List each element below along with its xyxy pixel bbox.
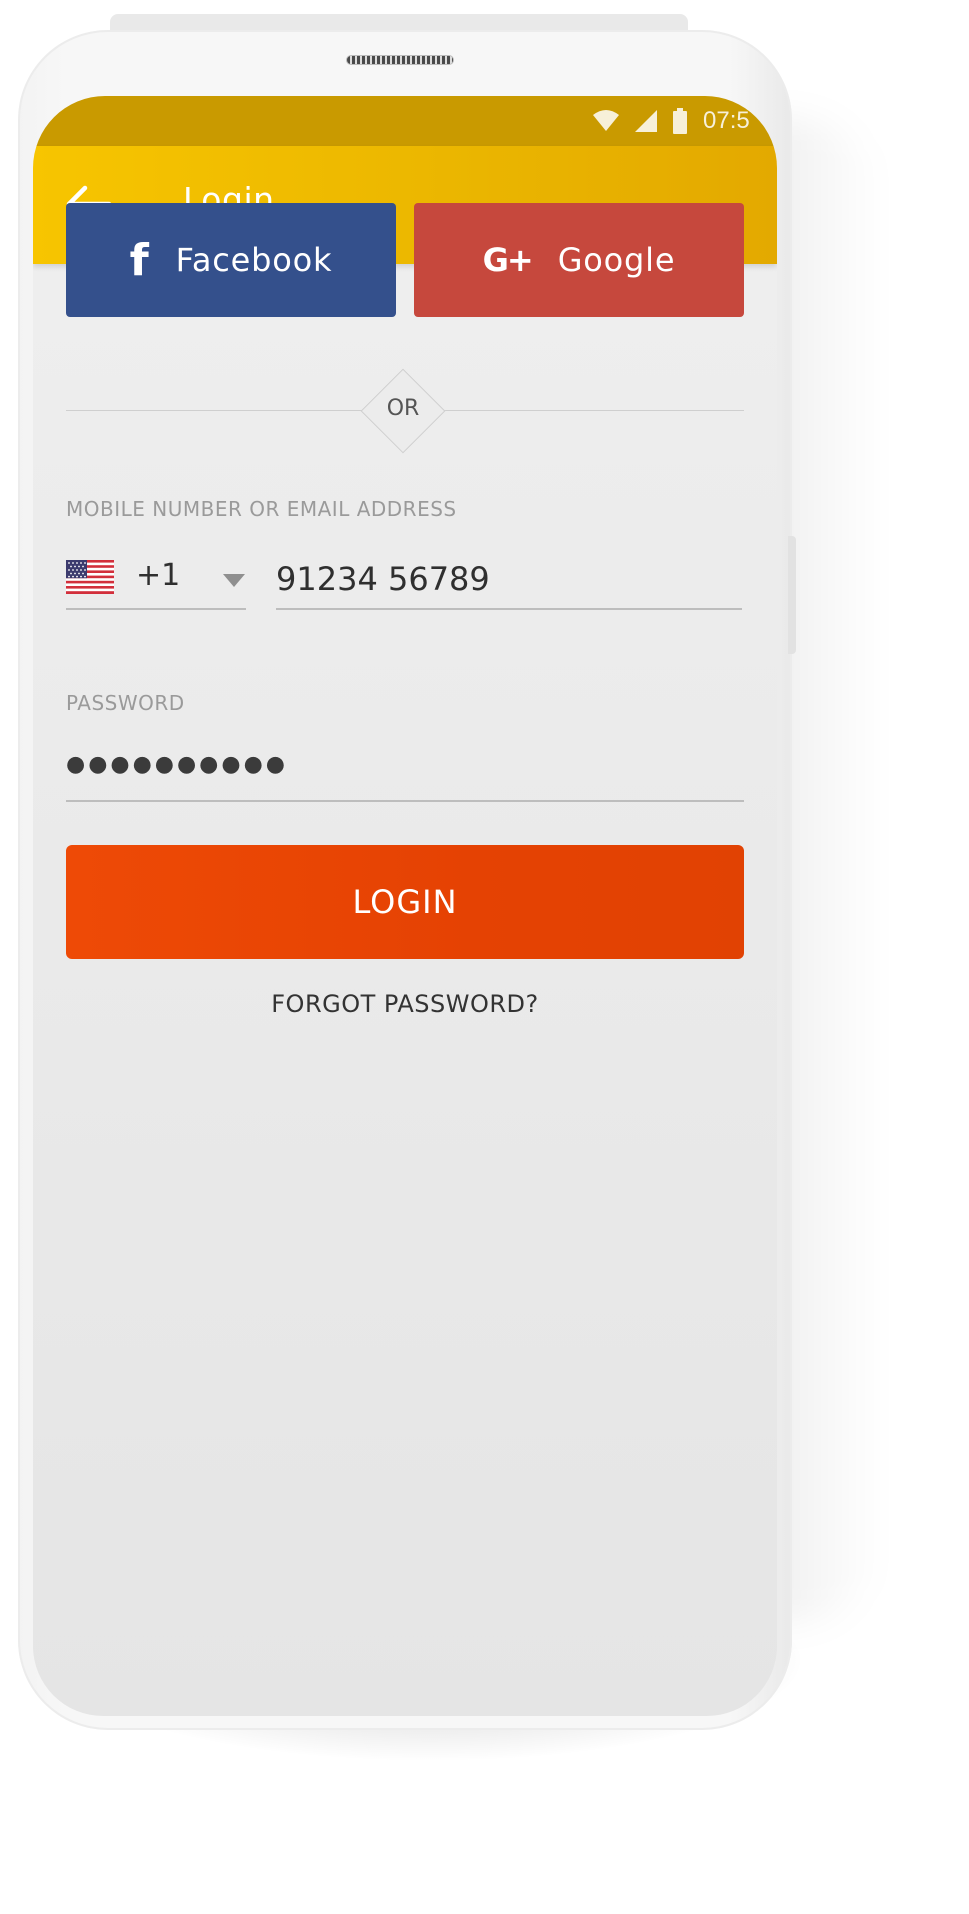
- phone-number-input[interactable]: [276, 550, 742, 610]
- password-mask: ●●●●●●●●●●: [66, 752, 288, 777]
- forgot-password-link[interactable]: FORGOT PASSWORD?: [66, 990, 744, 1018]
- dial-code: +1: [136, 558, 181, 593]
- chevron-down-icon: [223, 574, 245, 587]
- password-field[interactable]: ●●●●●●●●●●: [66, 740, 744, 802]
- phone-side-button: [788, 536, 796, 654]
- google-plus-icon: G+: [482, 241, 534, 279]
- password-label: PASSWORD: [66, 691, 185, 715]
- us-flag-icon: [66, 560, 114, 594]
- login-button[interactable]: LOGIN: [66, 845, 744, 959]
- login-content: f Facebook G+ Google OR MOBILE NUMBER OR…: [33, 96, 777, 1714]
- country-code-select[interactable]: +1: [66, 550, 246, 610]
- facebook-button-label: Facebook: [175, 241, 333, 279]
- or-divider-text: OR: [386, 396, 420, 421]
- facebook-login-button[interactable]: f Facebook: [66, 203, 396, 317]
- google-login-button[interactable]: G+ Google: [414, 203, 744, 317]
- mobile-email-label: MOBILE NUMBER OR EMAIL ADDRESS: [66, 497, 457, 521]
- google-button-label: Google: [557, 241, 676, 279]
- phone-screen: 07:5 Login f Facebook G+ Google OR MOBIL…: [33, 96, 777, 1716]
- facebook-icon: f: [129, 234, 150, 286]
- earpiece-speaker: [346, 55, 454, 65]
